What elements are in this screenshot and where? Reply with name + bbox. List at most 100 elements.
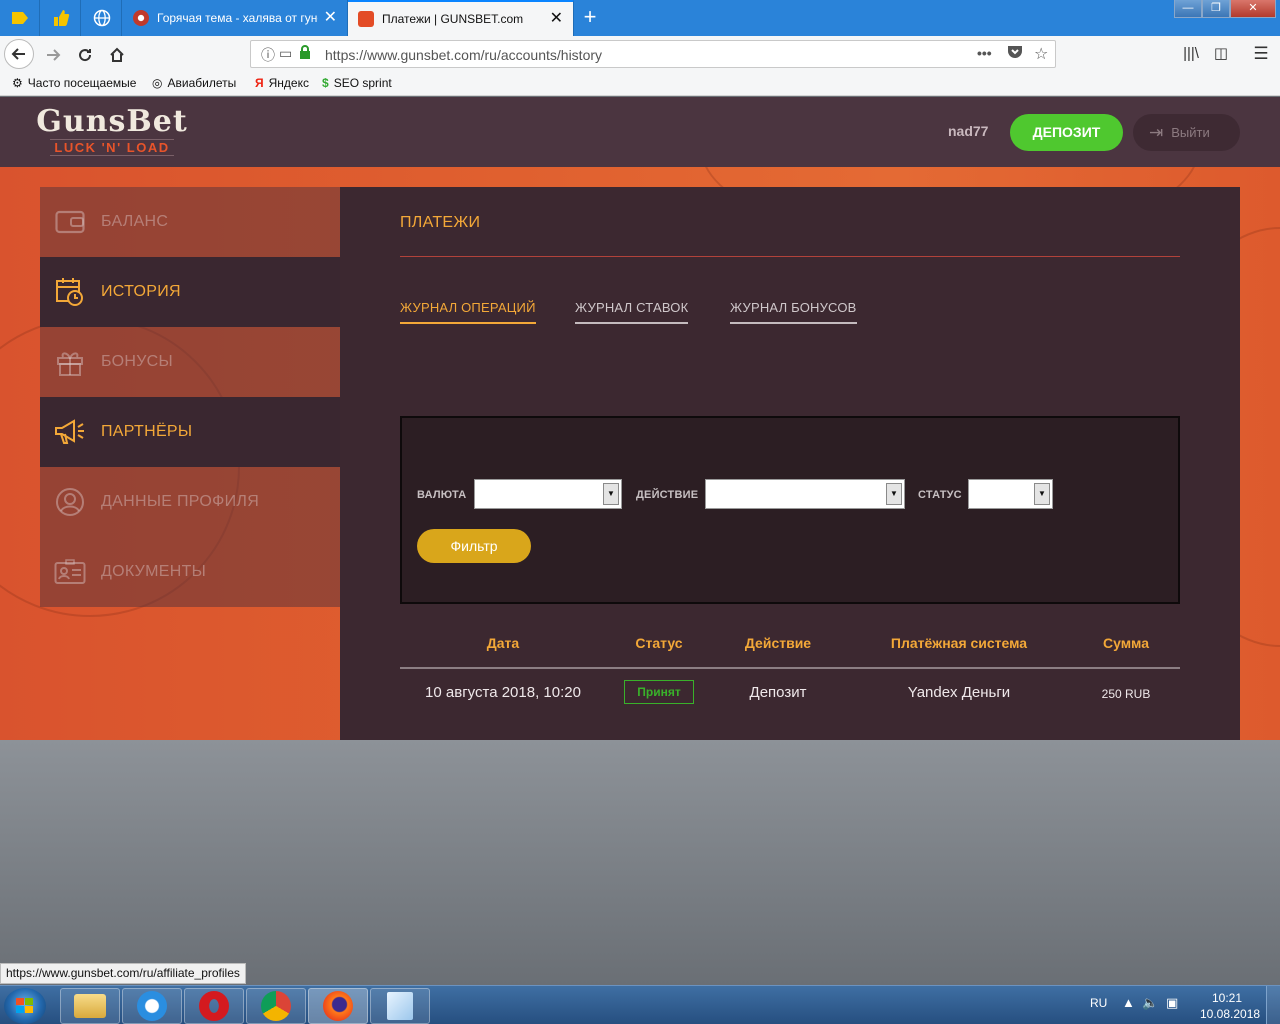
chevron-down-icon[interactable]: ▼: [603, 483, 619, 505]
sidebar-item-bonuses[interactable]: БОНУСЫ: [40, 327, 340, 397]
sidebar-item-label: ДОКУМЕНТЫ: [101, 563, 207, 580]
forum-favicon-icon: [133, 10, 149, 26]
language-indicator[interactable]: RU: [1090, 996, 1107, 1010]
address-bar[interactable]: ⓘ ▭ https://www.gunsbet.com/ru/accounts/…: [250, 40, 1056, 68]
start-button[interactable]: [4, 988, 46, 1024]
reload-button[interactable]: [70, 40, 100, 68]
tab-bonuses-log[interactable]: ЖУРНАЛ БОНУСОВ: [730, 300, 857, 324]
notepad-icon: [387, 992, 413, 1020]
megaphone-icon: [54, 417, 86, 447]
action-label: ДЕЙСТВИЕ: [636, 489, 699, 501]
taskbar-explorer[interactable]: [60, 988, 120, 1024]
bookmark-yandex[interactable]: Я Яндекс: [255, 76, 309, 90]
tag-icon: [11, 12, 28, 24]
tab-bets-log[interactable]: ЖУРНАЛ СТАВОК: [575, 300, 689, 324]
bookmark-frequent[interactable]: ⚙ Часто посещаемые: [12, 76, 136, 90]
currency-label: ВАЛЮТА: [417, 489, 467, 501]
taskbar-notepad[interactable]: [370, 988, 430, 1024]
menu-icon[interactable]: ☰: [1246, 40, 1276, 68]
tab-gunsbet[interactable]: Платежи | GUNSBET.com ✕: [348, 0, 574, 36]
tab-title: Горячая тема - халява от гунсбет: [157, 11, 318, 25]
tab-operations-log[interactable]: ЖУРНАЛ ОПЕРАЦИЙ: [400, 300, 536, 324]
permissions-icon[interactable]: ▭: [279, 45, 292, 62]
taskbar-ie[interactable]: [122, 988, 182, 1024]
gunsbet-favicon-icon: [358, 11, 374, 27]
column-header-status: Статус: [635, 635, 683, 651]
close-window-button[interactable]: ✕: [1230, 0, 1276, 18]
tray-arrow-icon[interactable]: ▲: [1122, 995, 1135, 1010]
bookmark-seosprint[interactable]: $ SEO sprint: [322, 76, 392, 90]
title-divider: [400, 256, 1180, 257]
pocket-icon[interactable]: [1007, 45, 1023, 63]
sidebar-item-profile[interactable]: ДАННЫЕ ПРОФИЛЯ: [40, 467, 340, 537]
pinned-tab-2[interactable]: [41, 0, 81, 36]
arrow-left-icon: [11, 48, 25, 60]
sidebar-item-label: БОНУСЫ: [101, 353, 174, 370]
back-button[interactable]: [4, 39, 34, 69]
sidebar-item-label: ИСТОРИЯ: [101, 283, 181, 300]
deposit-button[interactable]: ДЕПОЗИТ: [1010, 114, 1123, 151]
new-tab-button[interactable]: +: [578, 4, 602, 30]
bookmark-avia[interactable]: ◎ Авиабилеты: [152, 76, 236, 90]
web-page: GunsBet LUCK 'N' LOAD nad77 ДЕПОЗИТ ⇥ Вый…: [0, 97, 1280, 985]
table-row-date: 10 августа 2018, 10:20: [425, 684, 581, 701]
column-header-payment-system: Платёжная система: [890, 635, 1028, 651]
home-button[interactable]: [102, 40, 132, 68]
yandex-icon: Я: [255, 76, 264, 90]
sidebar-item-history[interactable]: ИСТОРИЯ: [40, 257, 340, 327]
table-row-action: Депозит: [749, 684, 807, 701]
forward-button[interactable]: [38, 40, 68, 68]
chevron-down-icon[interactable]: ▼: [1034, 483, 1050, 505]
action-select[interactable]: ▼: [705, 479, 905, 509]
clock-date[interactable]: 10.08.2018: [1200, 1007, 1260, 1021]
sidebar-item-documents[interactable]: ДОКУМЕНТЫ: [40, 537, 340, 607]
close-icon[interactable]: ✕: [550, 11, 563, 27]
sidebar-item-balance[interactable]: БАЛАНС: [40, 187, 340, 257]
username-label[interactable]: nad77: [948, 123, 988, 139]
restore-button[interactable]: ❐: [1202, 0, 1230, 18]
table-header-divider: [400, 667, 1180, 669]
seosprint-icon: $: [322, 76, 329, 90]
filter-button[interactable]: Фильтр: [417, 529, 531, 563]
sidebar-item-label: БАЛАНС: [101, 213, 169, 230]
minimize-button[interactable]: —: [1174, 0, 1202, 18]
show-desktop-button[interactable]: [1266, 986, 1280, 1024]
close-icon[interactable]: ✕: [324, 10, 337, 26]
clock-time[interactable]: 10:21: [1212, 991, 1242, 1005]
sidebar-item-label: ДАННЫЕ ПРОФИЛЯ: [101, 493, 260, 510]
payments-panel: ПЛАТЕЖИ ЖУРНАЛ ОПЕРАЦИЙ ЖУРНАЛ СТАВОК ЖУ…: [340, 187, 1240, 740]
home-icon: [110, 47, 124, 63]
lock-icon[interactable]: [299, 45, 311, 62]
chevron-down-icon[interactable]: ▼: [886, 483, 902, 505]
currency-select[interactable]: ▼: [474, 479, 622, 509]
taskbar-firefox[interactable]: [308, 988, 368, 1024]
info-icon[interactable]: ⓘ: [261, 45, 275, 65]
pinned-tab-3[interactable]: [82, 0, 122, 36]
volume-icon[interactable]: 🔈: [1142, 995, 1158, 1011]
site-header: GunsBet LUCK 'N' LOAD nad77 ДЕПОЗИТ ⇥ Вый…: [0, 97, 1280, 167]
chrome-icon: [261, 991, 291, 1021]
status-label: СТАТУС: [918, 489, 962, 501]
taskbar-chrome[interactable]: [246, 988, 306, 1024]
logout-button[interactable]: ⇥ Выйти: [1133, 114, 1240, 151]
library-icon[interactable]: |||\: [1176, 40, 1206, 68]
taskbar-opera[interactable]: [184, 988, 244, 1024]
link-status-bar: https://www.gunsbet.com/ru/affiliate_pro…: [0, 963, 246, 984]
network-icon[interactable]: ▣: [1166, 995, 1178, 1011]
gift-icon: [54, 347, 86, 377]
user-icon: [54, 487, 86, 517]
sidebar-toggle-icon[interactable]: ◫: [1206, 40, 1236, 68]
page-actions-icon[interactable]: •••: [977, 45, 992, 61]
logout-icon: ⇥: [1149, 123, 1164, 142]
sidebar-item-partners[interactable]: ПАРТНЁРЫ: [40, 397, 340, 467]
browser-toolbar: ⓘ ▭ https://www.gunsbet.com/ru/accounts/…: [0, 36, 1280, 72]
bookmark-star-icon[interactable]: ☆: [1034, 44, 1048, 64]
url-text[interactable]: https://www.gunsbet.com/ru/accounts/hist…: [325, 47, 602, 63]
pinned-tab-1[interactable]: [0, 0, 40, 36]
wallet-icon: [54, 207, 86, 237]
column-header-action: Действие: [744, 635, 812, 651]
gunsbet-logo[interactable]: GunsBet LUCK 'N' LOAD: [34, 105, 190, 161]
tab-forum[interactable]: Горячая тема - халява от гунсбет ✕: [123, 0, 348, 36]
opera-icon: [199, 991, 229, 1021]
status-select[interactable]: ▼: [968, 479, 1053, 509]
